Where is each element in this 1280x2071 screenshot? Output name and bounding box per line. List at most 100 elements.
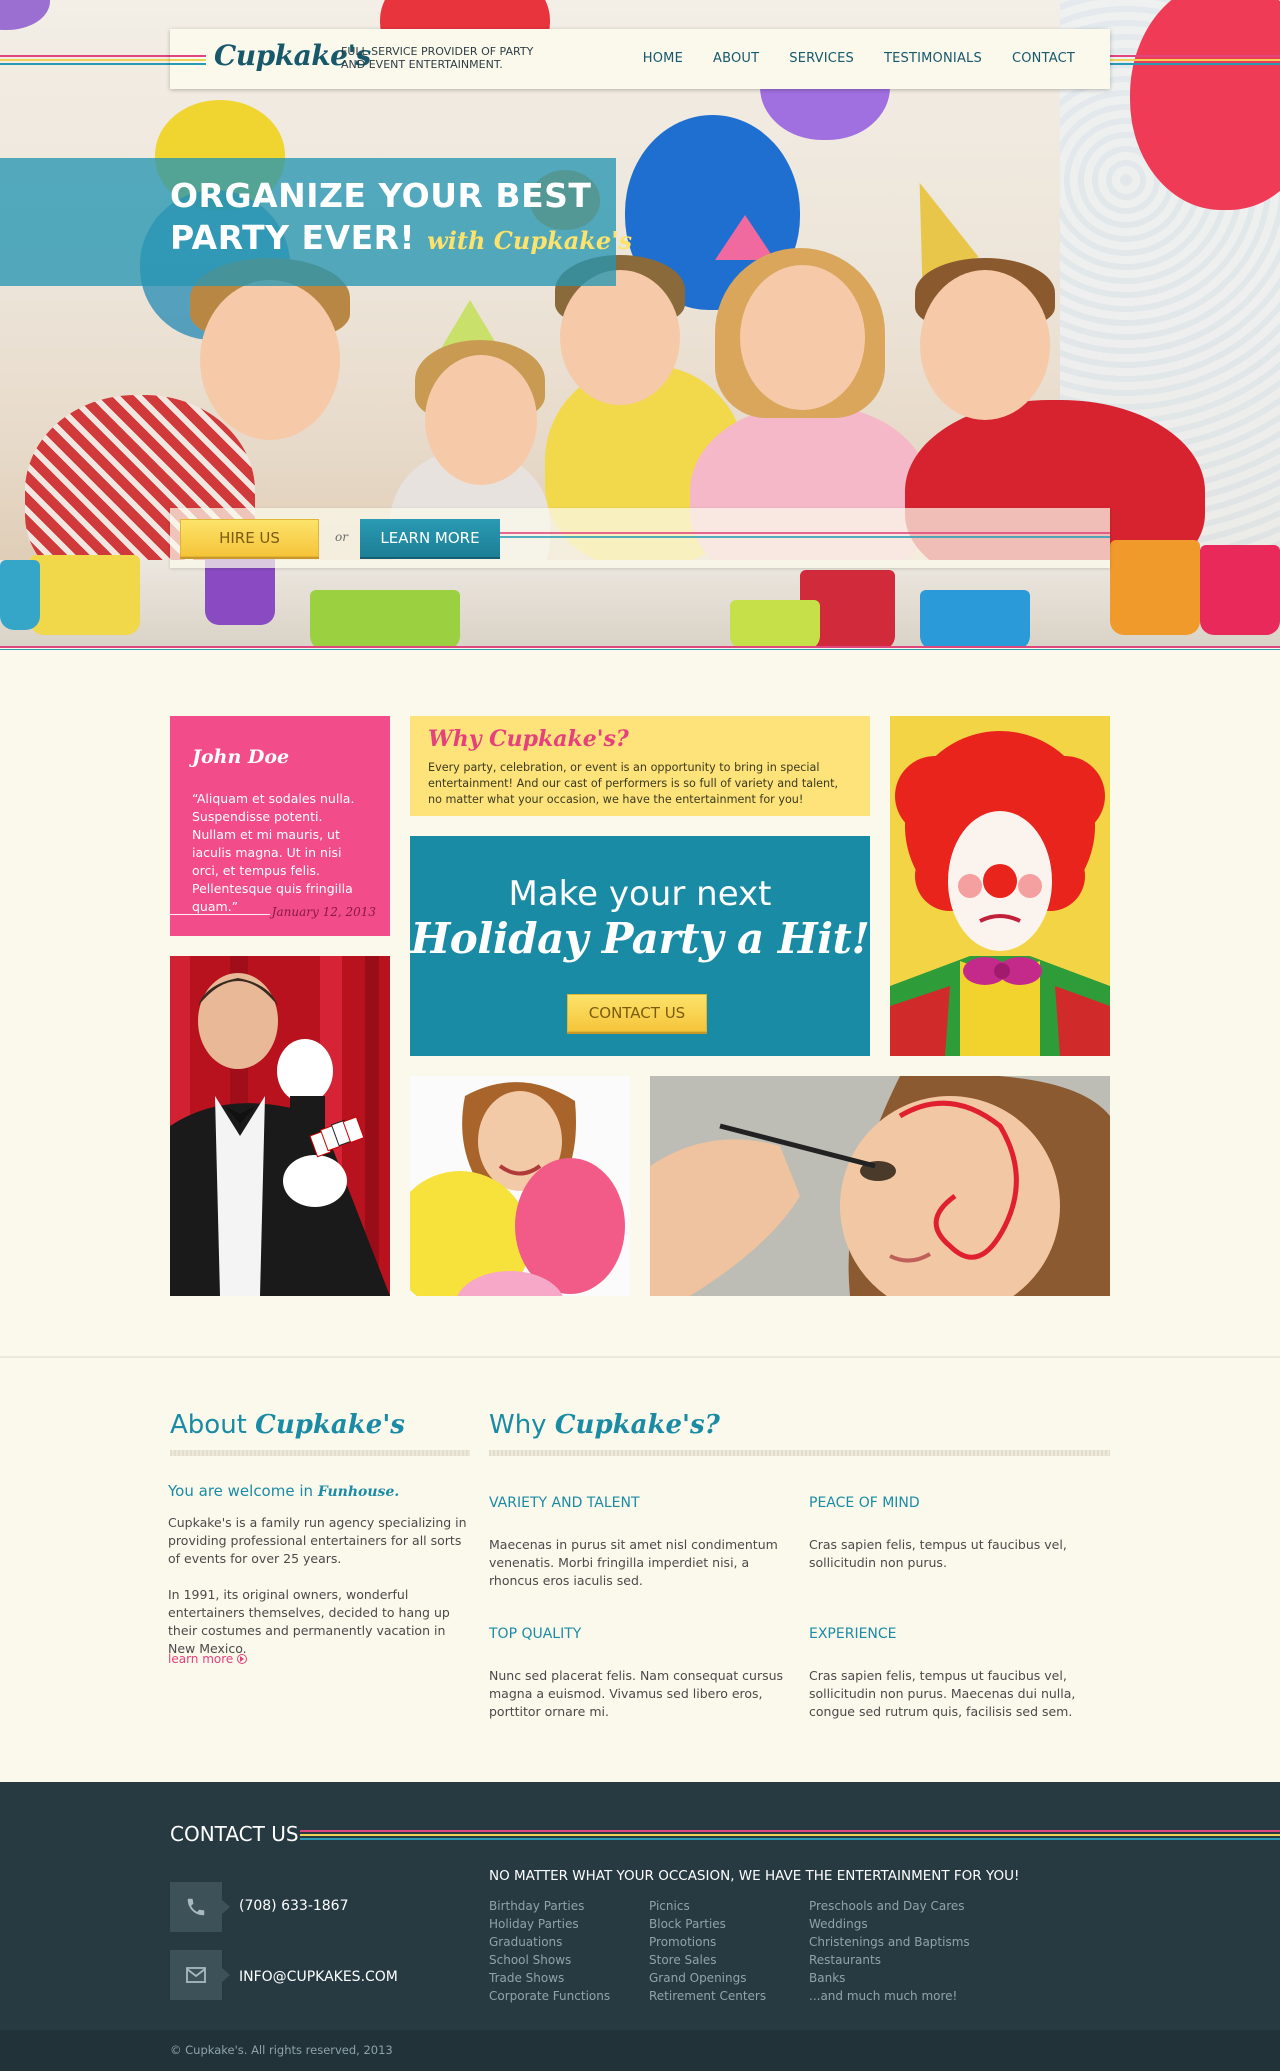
about-title-rule bbox=[170, 1450, 470, 1456]
footer-list-item[interactable]: Retirement Centers bbox=[649, 1987, 766, 2005]
feature-title-variety: VARIETY AND TALENT bbox=[489, 1495, 640, 1511]
testimonial-name: John Doe bbox=[192, 746, 290, 768]
kid-2-face bbox=[425, 355, 537, 485]
about-title: About Cupkake's bbox=[170, 1410, 405, 1440]
party-hat-pink bbox=[715, 215, 775, 260]
contact-us-button[interactable]: CONTACT US bbox=[567, 994, 707, 1032]
nav-services[interactable]: SERVICES bbox=[774, 51, 869, 66]
testimonial-date: January 12, 2013 bbox=[271, 905, 376, 919]
girl-balloons-photo bbox=[410, 1076, 630, 1296]
footer-column-1: Birthday Parties Holiday Parties Graduat… bbox=[489, 1897, 610, 2005]
about-paragraph-2: In 1991, its original owners, wonderful … bbox=[168, 1587, 450, 1656]
footer-title: CONTACT US bbox=[170, 1822, 299, 1846]
about-paragraph-1: Cupkake's is a family run agency special… bbox=[168, 1515, 467, 1566]
about-title-plain: About bbox=[170, 1410, 247, 1440]
promo-line-1: Make your next bbox=[508, 874, 772, 914]
why-title: Why Cupkake's? bbox=[489, 1410, 720, 1440]
cup-green bbox=[310, 590, 460, 650]
feature-text-variety: Maecenas in purus sit amet nisl condimen… bbox=[489, 1537, 778, 1588]
hero-bottom-stripe bbox=[0, 646, 1280, 650]
magician-illustration bbox=[170, 956, 390, 1296]
or-label: or bbox=[335, 530, 348, 544]
why-box-title: Why Cupkake's? bbox=[428, 726, 629, 752]
why-title-plain: Why bbox=[489, 1410, 547, 1440]
cup-blue bbox=[920, 590, 1030, 650]
clown-illustration bbox=[890, 731, 1110, 1056]
feature-title-quality: TOP QUALITY bbox=[489, 1626, 582, 1642]
tagline: FULL SERVICE PROVIDER OF PARTY AND EVENT… bbox=[341, 45, 534, 71]
footer-list-item[interactable]: ...and much much more! bbox=[809, 1987, 970, 2005]
footer-list-item[interactable]: Block Parties bbox=[649, 1915, 766, 1933]
about-title-script: Cupkake's bbox=[255, 1410, 405, 1440]
why-title-rule bbox=[489, 1450, 1110, 1456]
footer-list-item[interactable]: Birthday Parties bbox=[489, 1897, 610, 1915]
header-stripes-left bbox=[0, 55, 170, 67]
footer-list-item[interactable]: School Shows bbox=[489, 1951, 610, 1969]
headline-line-1: ORGANIZE YOUR BEST bbox=[170, 176, 592, 215]
clown-photo bbox=[890, 716, 1110, 1056]
feature-title-experience: EXPERIENCE bbox=[809, 1626, 897, 1642]
footer-list-item[interactable]: Restaurants bbox=[809, 1951, 970, 1969]
learn-more-button[interactable]: LEARN MORE bbox=[360, 519, 500, 557]
footer-list-item[interactable]: Promotions bbox=[649, 1933, 766, 1951]
promo-line-2: Holiday Party a Hit! bbox=[410, 914, 870, 963]
about-learn-more-link[interactable]: learn more bbox=[168, 1652, 248, 1666]
face-paint-photo bbox=[650, 1076, 1110, 1296]
footer-headline: NO MATTER WHAT YOUR OCCASION, WE HAVE TH… bbox=[489, 1868, 1020, 1884]
why-cupkakes-box: Why Cupkake's? Every party, celebration,… bbox=[410, 716, 870, 816]
nav-home[interactable]: HOME bbox=[628, 51, 698, 66]
welcome-script: Funhouse. bbox=[317, 1484, 400, 1500]
footer-list-item[interactable]: Picnics bbox=[649, 1897, 766, 1915]
main-nav: HOME ABOUT SERVICES TESTIMONIALS CONTACT bbox=[628, 51, 1090, 66]
welcome-plain: You are welcome in bbox=[168, 1482, 314, 1500]
hero-headline: ORGANIZE YOUR BEST PARTY EVER! with Cupk… bbox=[170, 175, 632, 262]
phone-icon-box bbox=[170, 1882, 230, 1932]
header-inner-stripes-left bbox=[170, 55, 206, 67]
testimonial-card: John Doe “Aliquam et sodales nulla. Susp… bbox=[170, 716, 390, 936]
balloon-purple bbox=[0, 0, 50, 30]
girl-balloons-illustration bbox=[410, 1076, 630, 1296]
nav-about[interactable]: ABOUT bbox=[698, 51, 774, 66]
footer-list-item[interactable]: Christenings and Baptisms bbox=[809, 1933, 970, 1951]
site-header: Cupkake's FULL SERVICE PROVIDER OF PARTY… bbox=[170, 29, 1110, 89]
mail-icon-box bbox=[170, 1950, 230, 2000]
phone-icon bbox=[187, 1898, 205, 1916]
kid-4-face bbox=[740, 265, 865, 410]
footer-list-item[interactable]: Graduations bbox=[489, 1933, 610, 1951]
learn-more-text: learn more bbox=[168, 1652, 234, 1666]
footer-column-2: Picnics Block Parties Promotions Store S… bbox=[649, 1897, 766, 2005]
testimonial-quote: “Aliquam et sodales nulla. Suspendisse p… bbox=[192, 791, 355, 914]
page: Cupkake's FULL SERVICE PROVIDER OF PARTY… bbox=[0, 0, 1280, 2071]
footer-list-item[interactable]: Weddings bbox=[809, 1915, 970, 1933]
feature-text-experience: Cras sapien felis, tempus ut faucibus ve… bbox=[809, 1668, 1076, 1719]
feature-text-peace: Cras sapien felis, tempus ut faucibus ve… bbox=[809, 1537, 1067, 1570]
footer-list-item[interactable]: Grand Openings bbox=[649, 1969, 766, 1987]
cup-teal bbox=[0, 560, 40, 630]
footer-list-item[interactable]: Trade Shows bbox=[489, 1969, 610, 1987]
footer-phone[interactable]: (708) 633-1867 bbox=[239, 1898, 349, 1914]
party-table bbox=[0, 560, 1280, 650]
feature-text-quality: Nunc sed placerat felis. Nam consequat c… bbox=[489, 1668, 784, 1719]
holiday-promo-box: Make your next Holiday Party a Hit! CONT… bbox=[410, 836, 870, 1056]
why-box-text: Every party, celebration, or event is an… bbox=[428, 761, 839, 806]
kid-1-face bbox=[200, 280, 340, 440]
footer-column-3: Preschools and Day Cares Weddings Christ… bbox=[809, 1897, 970, 2005]
footer-list-item[interactable]: Store Sales bbox=[649, 1951, 766, 1969]
headline-party: PARTY EVER! bbox=[170, 218, 416, 257]
section-divider bbox=[0, 1356, 1280, 1358]
nav-testimonials[interactable]: TESTIMONIALS bbox=[869, 51, 997, 66]
welcome-text: You are welcome in Funhouse. bbox=[168, 1482, 399, 1500]
footer-list-item[interactable]: Preschools and Day Cares bbox=[809, 1897, 970, 1915]
footer-list-item[interactable]: Corporate Functions bbox=[489, 1987, 610, 2005]
cup-lime bbox=[730, 600, 820, 650]
footer-email[interactable]: INFO@CUPKAKES.COM bbox=[239, 1969, 398, 1985]
headline-line-2: PARTY EVER! with Cupkake's bbox=[170, 217, 632, 262]
footer-list-item[interactable]: Holiday Parties bbox=[489, 1915, 610, 1933]
magician-photo bbox=[170, 956, 390, 1296]
cta-bar-stripe bbox=[500, 532, 1110, 538]
hire-us-button[interactable]: HIRE US bbox=[180, 519, 319, 557]
nav-contact[interactable]: CONTACT bbox=[997, 51, 1090, 66]
feature-title-peace: PEACE OF MIND bbox=[809, 1495, 920, 1511]
footer-list-item[interactable]: Banks bbox=[809, 1969, 970, 1987]
footer-title-stripe bbox=[300, 1830, 1280, 1842]
